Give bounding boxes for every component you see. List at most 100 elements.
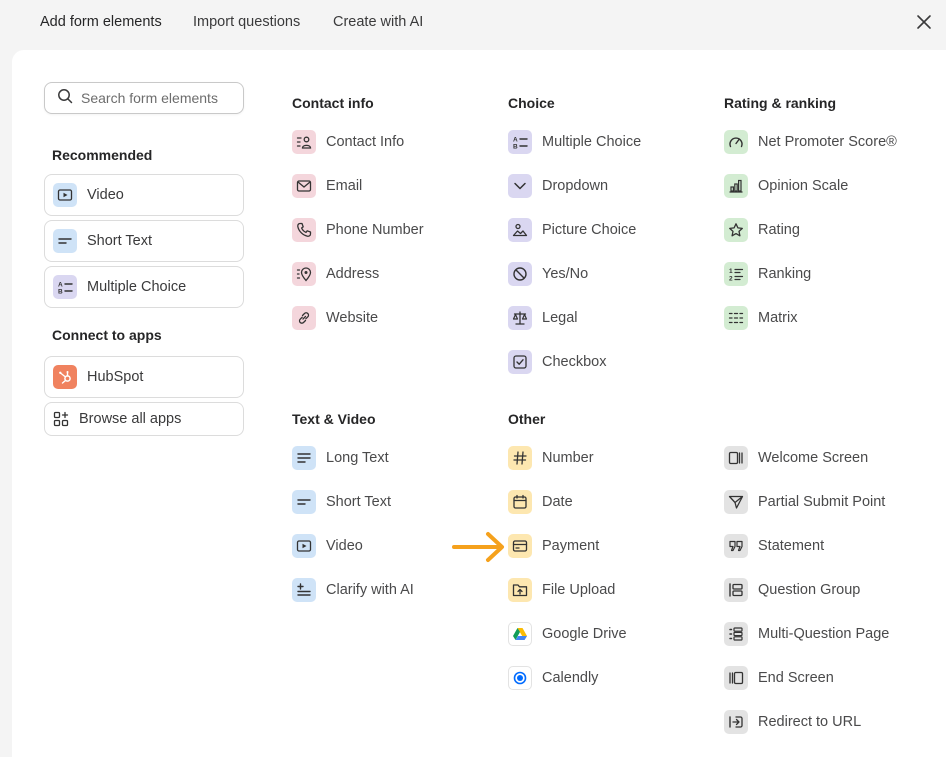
element-dropdown[interactable]: Dropdown — [508, 174, 608, 198]
recommended-video[interactable]: Video — [44, 174, 244, 216]
recommended-short-text[interactable]: Short Text — [44, 220, 244, 262]
element-label: Website — [326, 310, 379, 326]
element-picture-choice[interactable]: Picture Choice — [508, 218, 636, 242]
element-short-text[interactable]: Short Text — [292, 490, 391, 514]
element-contact-info[interactable]: Contact Info — [292, 130, 404, 154]
element-payment[interactable]: Payment — [508, 534, 599, 558]
svg-text:1: 1 — [729, 268, 733, 275]
apps-grid-icon — [53, 411, 69, 427]
location-pin-icon — [292, 262, 316, 286]
other-heading: Other — [508, 411, 546, 427]
element-label: Multi-Question Page — [758, 626, 890, 642]
short-text-icon — [53, 229, 77, 253]
recommended-video-label: Video — [87, 187, 124, 203]
element-matrix[interactable]: Matrix — [724, 306, 797, 330]
bar-chart-icon — [724, 174, 748, 198]
svg-text:A: A — [58, 282, 63, 289]
recommended-short-text-label: Short Text — [87, 233, 153, 249]
multiple-choice-icon: AB — [508, 130, 532, 154]
element-end-screen[interactable]: End Screen — [724, 666, 834, 690]
close-icon[interactable] — [914, 12, 934, 32]
search-box[interactable] — [44, 82, 244, 114]
tab-create-with-ai[interactable]: Create with AI — [333, 14, 423, 30]
google-drive-icon — [508, 622, 532, 646]
element-label: Date — [542, 494, 573, 510]
recommended-multiple-choice[interactable]: AB Multiple Choice — [44, 266, 244, 308]
element-number[interactable]: Number — [508, 446, 594, 470]
phone-icon — [292, 218, 316, 242]
element-partial-submit-point[interactable]: Partial Submit Point — [724, 490, 885, 514]
element-email[interactable]: Email — [292, 174, 362, 198]
element-label: Long Text — [326, 450, 389, 466]
gauge-icon — [724, 130, 748, 154]
checkbox-icon — [508, 350, 532, 374]
element-checkbox[interactable]: Checkbox — [508, 350, 606, 374]
element-address[interactable]: Address — [292, 262, 379, 286]
element-video[interactable]: Video — [292, 534, 363, 558]
element-opinion-scale[interactable]: Opinion Scale — [724, 174, 848, 198]
browse-all-apps-button[interactable]: Browse all apps — [44, 402, 244, 436]
element-multi-question-page[interactable]: Multi-Question Page — [724, 622, 889, 646]
star-icon — [724, 218, 748, 242]
element-label: Question Group — [758, 582, 861, 598]
annotation-arrow-icon — [452, 530, 506, 564]
element-label: Payment — [542, 538, 600, 554]
tab-import-questions[interactable]: Import questions — [193, 14, 300, 30]
svg-text:2: 2 — [729, 276, 733, 283]
redirect-icon — [724, 710, 748, 734]
form-elements-panel: Recommended Video Short Text AB Multiple… — [12, 50, 946, 757]
question-group-icon — [724, 578, 748, 602]
element-multiple-choice[interactable]: AB Multiple Choice — [508, 130, 641, 154]
element-label: End Screen — [758, 670, 834, 686]
tab-add-form-elements[interactable]: Add form elements — [40, 14, 162, 30]
element-net-promoter-score[interactable]: Net Promoter Score® — [724, 130, 897, 154]
element-label: Multiple Choice — [542, 134, 642, 150]
connect-apps-heading: Connect to apps — [52, 327, 162, 343]
element-legal[interactable]: Legal — [508, 306, 577, 330]
element-date[interactable]: Date — [508, 490, 573, 514]
folder-upload-icon — [508, 578, 532, 602]
element-long-text[interactable]: Long Text — [292, 446, 389, 470]
element-website[interactable]: Website — [292, 306, 378, 330]
svg-text:B: B — [58, 289, 63, 296]
element-yes-no[interactable]: Yes/No — [508, 262, 588, 286]
picture-icon — [508, 218, 532, 242]
element-ranking[interactable]: 12 Ranking — [724, 262, 811, 286]
element-label: Calendly — [542, 670, 599, 686]
send-icon — [724, 490, 748, 514]
rating-ranking-heading: Rating & ranking — [724, 95, 837, 111]
element-phone-number[interactable]: Phone Number — [292, 218, 424, 242]
element-label: Net Promoter Score® — [758, 134, 897, 150]
element-label: File Upload — [542, 582, 616, 598]
element-label: Clarify with AI — [326, 582, 414, 598]
svg-text:B: B — [513, 144, 518, 151]
search-input[interactable] — [81, 90, 231, 106]
hubspot-app[interactable]: HubSpot — [44, 356, 244, 398]
element-label: Opinion Scale — [758, 178, 849, 194]
welcome-screen-icon — [724, 446, 748, 470]
element-welcome-screen[interactable]: Welcome Screen — [724, 446, 868, 470]
element-statement[interactable]: Statement — [724, 534, 824, 558]
element-label: Picture Choice — [542, 222, 637, 238]
element-label: Partial Submit Point — [758, 494, 886, 510]
text-video-heading: Text & Video — [292, 411, 376, 427]
element-question-group[interactable]: Question Group — [724, 578, 860, 602]
element-rating[interactable]: Rating — [724, 218, 800, 242]
element-calendly[interactable]: Calendly — [508, 666, 598, 690]
element-label: Yes/No — [542, 266, 589, 282]
element-label: Checkbox — [542, 354, 607, 370]
multiple-choice-icon: AB — [53, 275, 77, 299]
element-label: Number — [542, 450, 594, 466]
envelope-icon — [292, 174, 316, 198]
element-file-upload[interactable]: File Upload — [508, 578, 615, 602]
contact-info-heading: Contact info — [292, 95, 374, 111]
element-redirect-to-url[interactable]: Redirect to URL — [724, 710, 861, 734]
matrix-icon — [724, 306, 748, 330]
element-google-drive[interactable]: Google Drive — [508, 622, 627, 646]
element-label: Video — [326, 538, 363, 554]
element-label: Address — [326, 266, 380, 282]
long-text-icon — [292, 446, 316, 470]
short-text-icon — [292, 490, 316, 514]
element-clarify-with-ai[interactable]: Clarify with AI — [292, 578, 414, 602]
browse-all-apps-label: Browse all apps — [79, 411, 182, 427]
